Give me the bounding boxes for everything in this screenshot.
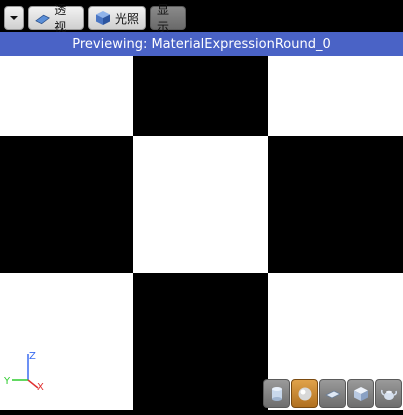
- cylinder-preview-button[interactable]: [263, 379, 290, 408]
- checker-cell: [0, 136, 133, 273]
- sphere-icon: [298, 387, 311, 400]
- teapot-icon: [380, 389, 397, 400]
- material-preview-viewport[interactable]: [0, 0, 403, 415]
- show-button[interactable]: 显示: [150, 3, 186, 34]
- checker-cell: [133, 56, 268, 136]
- plane-preview-button[interactable]: [319, 379, 346, 408]
- lighting-label: 光照: [115, 11, 140, 26]
- preview-title-bar: Previewing: MaterialExpressionRound_0: [0, 32, 403, 56]
- perspective-icon: [35, 14, 50, 25]
- sphere-preview-button[interactable]: [291, 379, 318, 408]
- axis-z-label: Z: [29, 351, 36, 362]
- chevron-down-icon: [10, 16, 18, 20]
- axis-x-label: X: [37, 382, 44, 393]
- preview-shape-bar: [263, 379, 403, 409]
- axis-gizmo: Z Y X: [4, 351, 44, 393]
- perspective-label: 透视: [54, 3, 67, 34]
- checker-cell: [268, 136, 403, 273]
- axis-y-label: Y: [4, 376, 11, 387]
- cube-icon: [353, 386, 368, 401]
- preview-title: Previewing: MaterialExpressionRound_0: [72, 36, 331, 52]
- show-label: 显示: [157, 3, 170, 34]
- lighting-button[interactable]: 光照: [88, 6, 146, 30]
- perspective-button[interactable]: 透视: [28, 3, 84, 34]
- checker-cell: [268, 56, 403, 136]
- custom-mesh-preview-button[interactable]: [375, 379, 402, 408]
- checker-cell: [133, 136, 268, 273]
- plane-icon: [324, 390, 341, 398]
- view-dropdown-button[interactable]: [4, 6, 24, 30]
- checker-cell: [133, 273, 268, 410]
- preview-toolbar: 透视 光照 显示: [0, 0, 403, 34]
- cube-preview-button[interactable]: [347, 379, 374, 408]
- cylinder-icon: [271, 386, 282, 401]
- lit-cube-icon: [96, 11, 110, 25]
- checker-cell: [0, 56, 133, 136]
